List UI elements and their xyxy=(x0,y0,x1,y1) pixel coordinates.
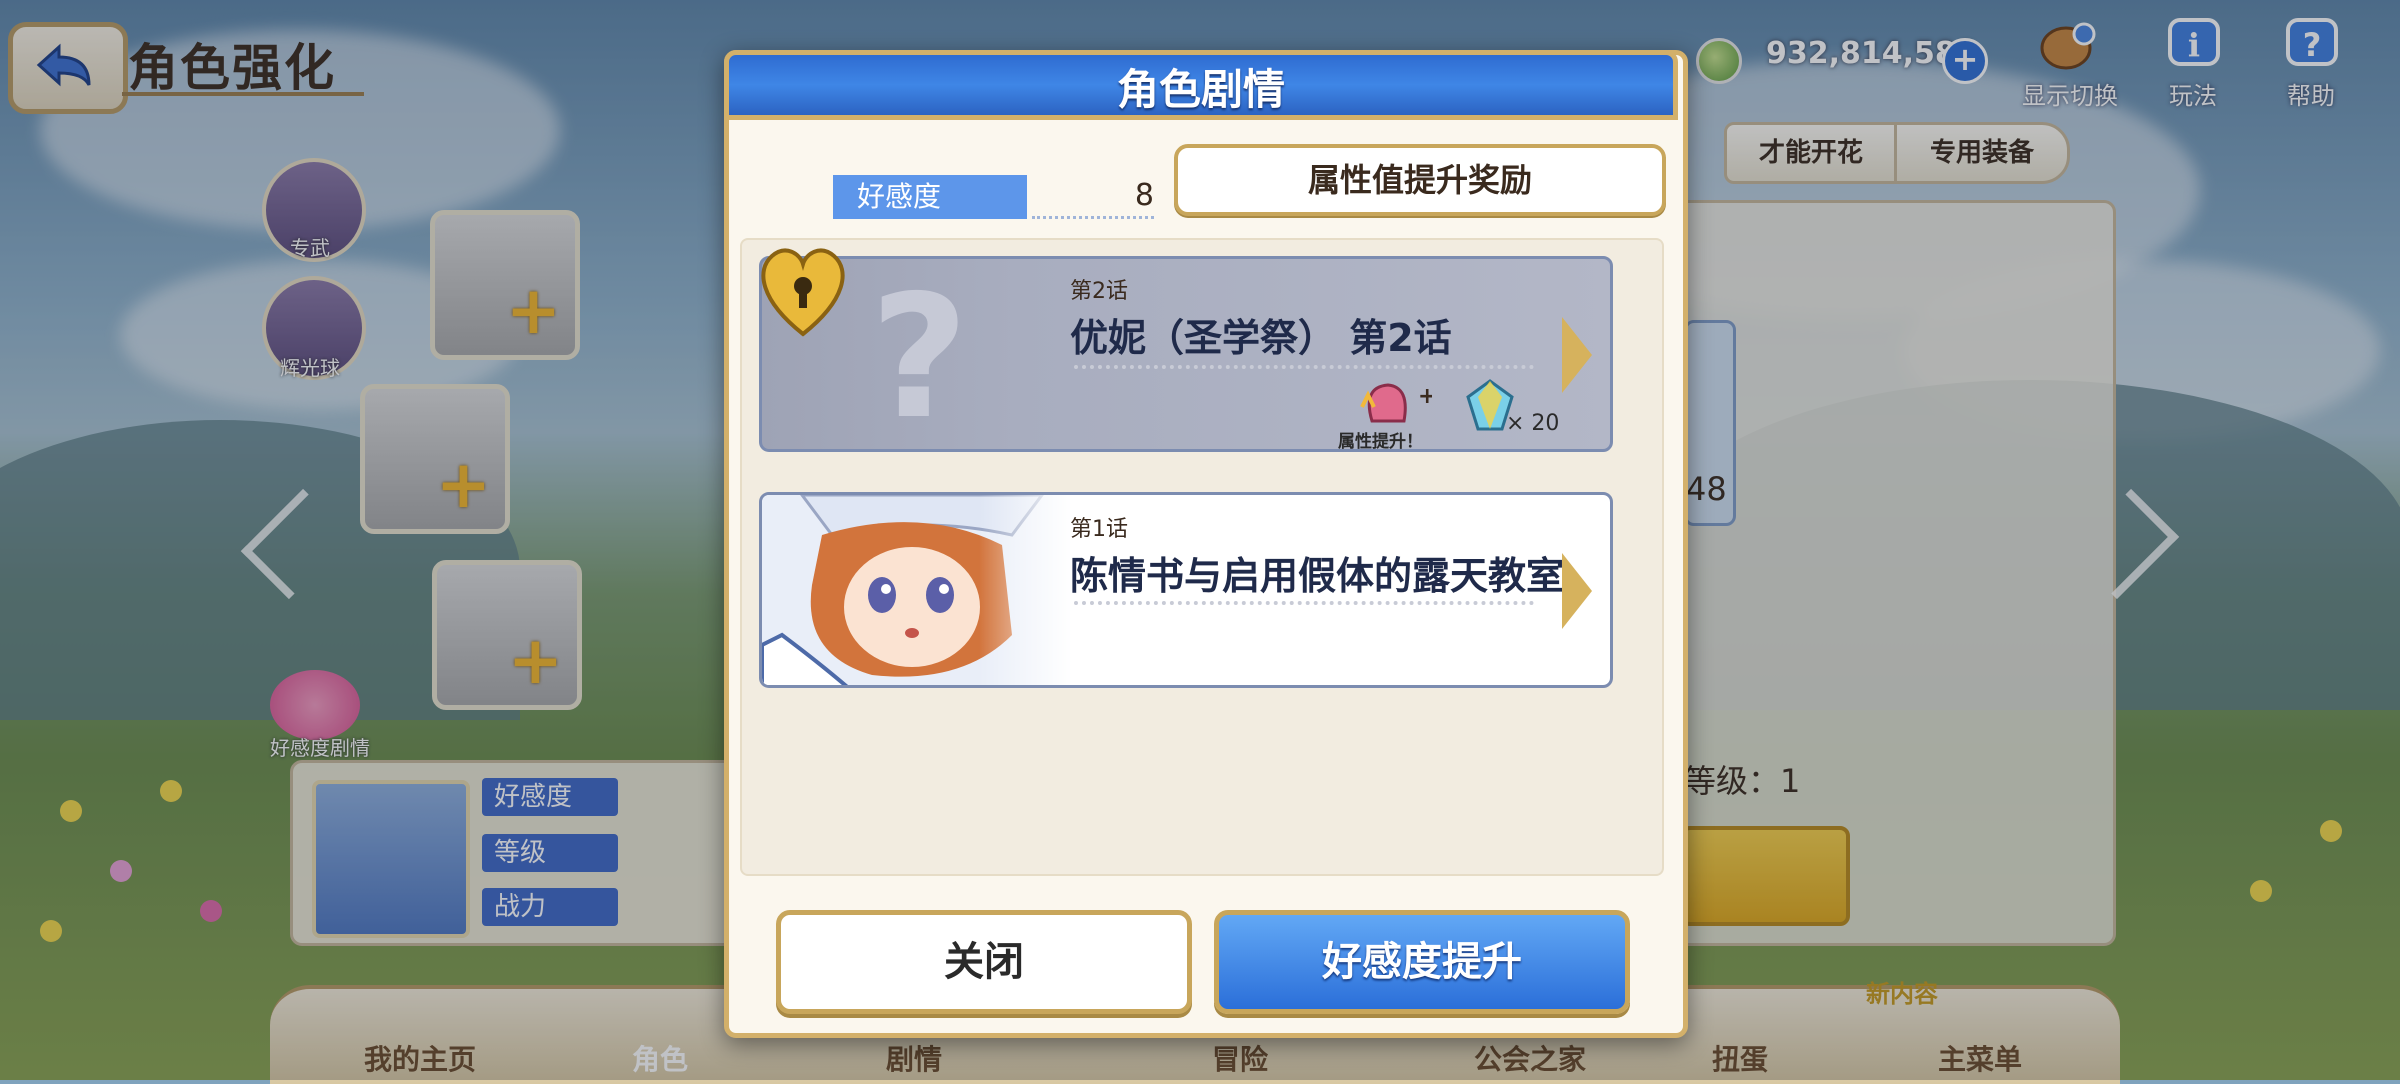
episode-number: 第2话 xyxy=(1070,279,1128,304)
affinity-underline xyxy=(1032,216,1154,219)
episode-number: 第1话 xyxy=(1070,517,1128,542)
stat-boost-label: 属性提升！ xyxy=(1338,432,1423,452)
episode-divider xyxy=(1074,365,1534,369)
stat-boost-icon: + xyxy=(1360,383,1432,423)
episode-portrait xyxy=(762,495,1072,685)
lock-heart-icon xyxy=(761,248,845,337)
locked-question-mark: ? xyxy=(870,259,969,452)
gem-count: × 20 xyxy=(1506,411,1560,436)
episode-divider xyxy=(1074,601,1534,605)
episode-title: 陈情书与启用假体的露天教室 xyxy=(1070,554,1565,598)
episode-card-unlocked[interactable]: 第1话 陈情书与启用假体的露天教室 xyxy=(759,492,1613,688)
affinity-value: 8 xyxy=(1134,178,1154,213)
chevron-right-icon xyxy=(1562,553,1592,629)
episode-card-locked[interactable]: ? 第2话 优妮（圣学祭） 第2话 + 属性提升！ × 20 xyxy=(759,256,1613,452)
affinity-label: 好感度 xyxy=(833,175,1027,219)
episode-title: 优妮（圣学祭） 第2话 xyxy=(1070,316,1452,360)
modal-title: 角色剧情 xyxy=(1116,65,1285,114)
raise-affinity-button[interactable]: 好感度提升 xyxy=(1214,910,1630,1014)
chevron-right-icon xyxy=(1562,317,1592,393)
svg-text:+: + xyxy=(1418,384,1432,409)
close-button[interactable]: 关闭 xyxy=(776,910,1192,1014)
stat-reward-button[interactable]: 属性值提升奖励 xyxy=(1174,144,1666,216)
